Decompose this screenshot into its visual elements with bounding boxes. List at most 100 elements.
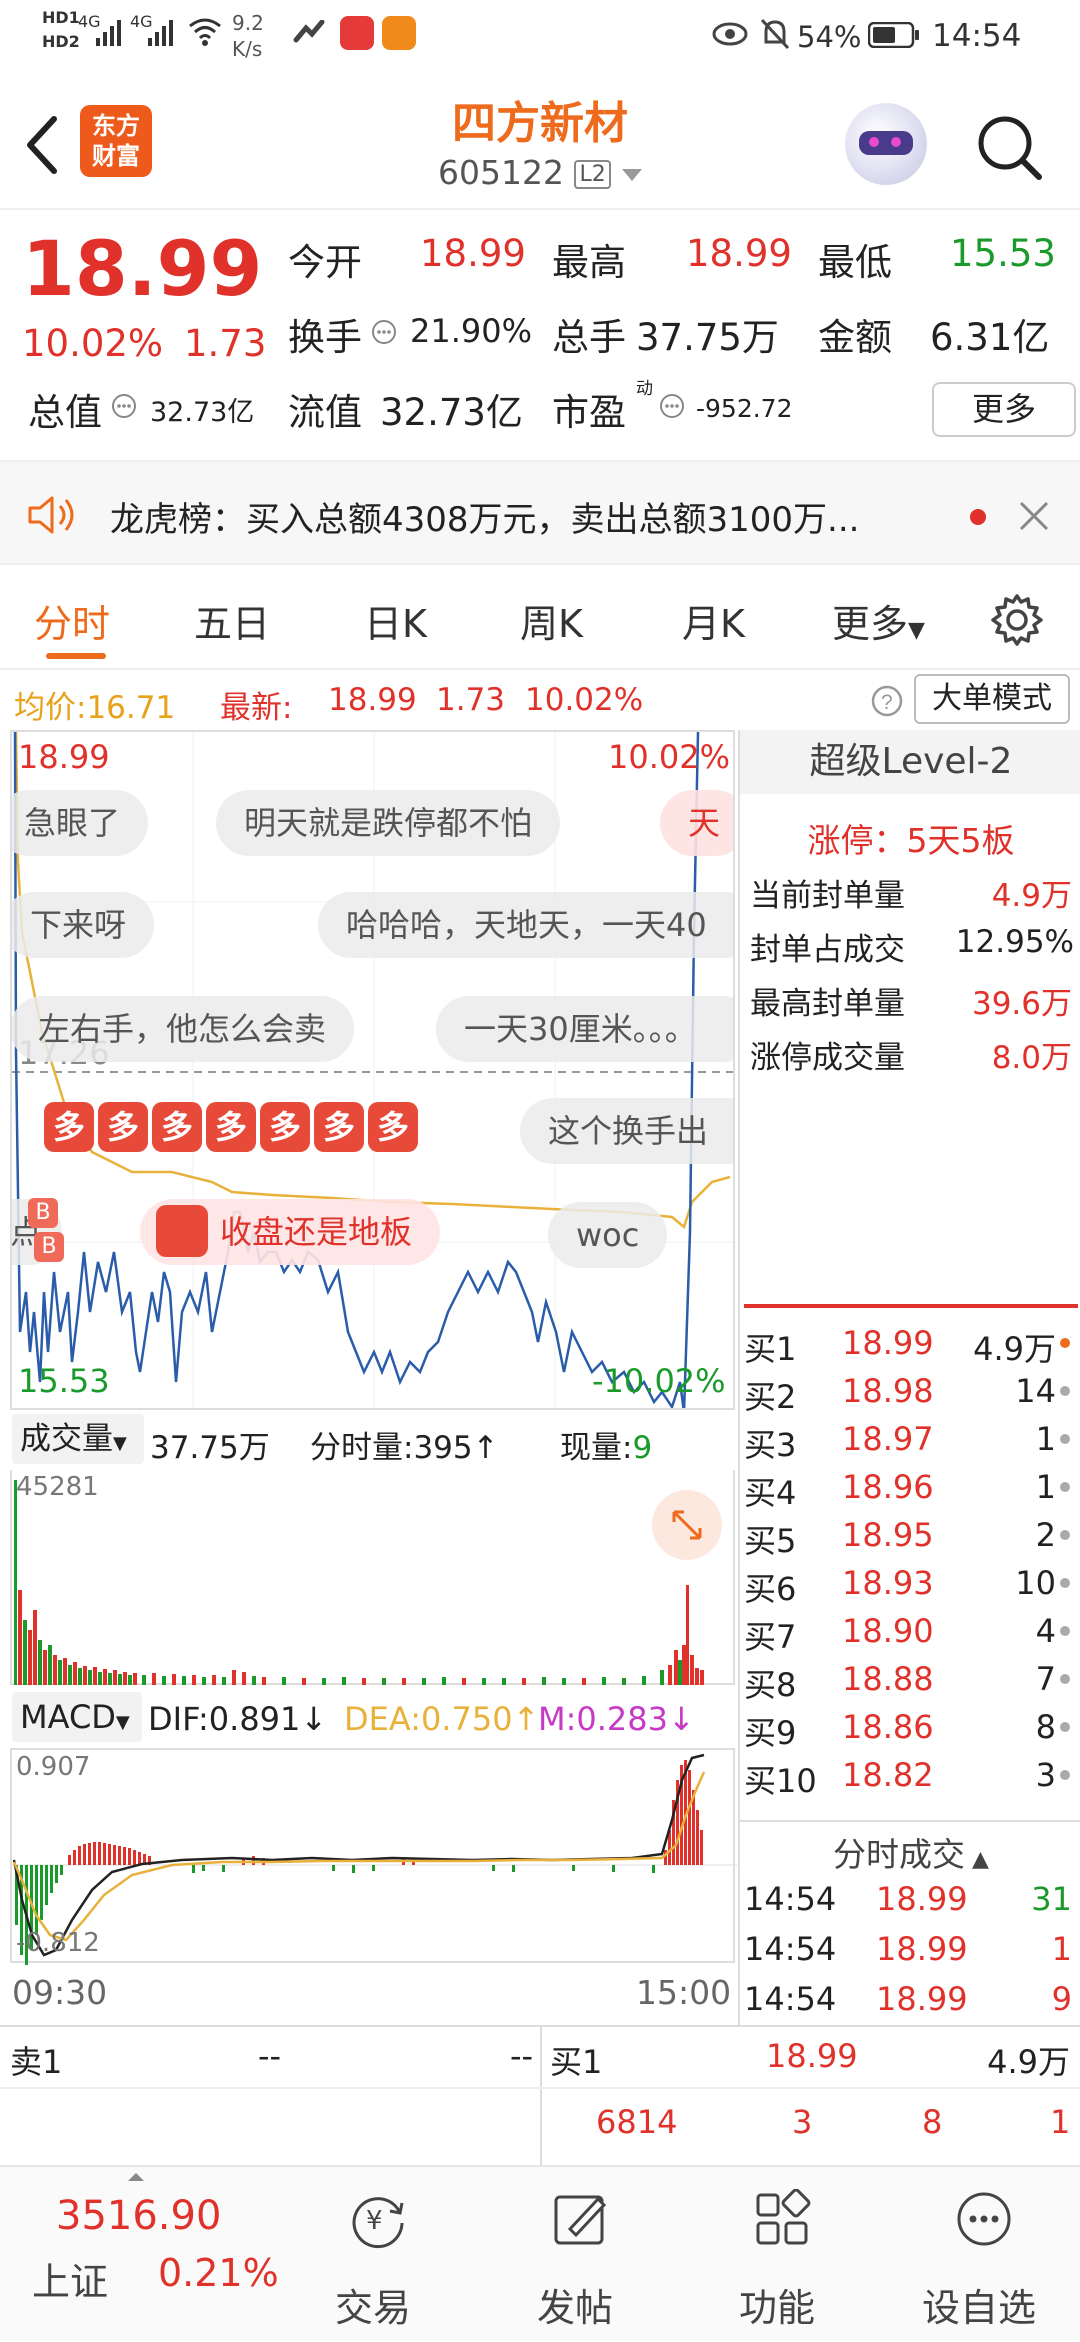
level2-panel: 超级Level-2 涨停：5天5板 当前封单量 4.9万 封单占成交 12.95…: [738, 730, 1080, 2025]
bid-row[interactable]: 买4 18.96 1: [740, 1468, 1080, 1516]
bid-row[interactable]: 买7 18.90 4: [740, 1612, 1080, 1660]
volume-indicator-select[interactable]: 成交量▼: [12, 1414, 144, 1464]
buy1-volume: 4.9万: [987, 2043, 1070, 2081]
bottom-navigation: 3516.90 上证 0.21% ¥ 交易 发帖 功能 设自选: [0, 2165, 1080, 2340]
more-button[interactable]: 更多: [932, 382, 1076, 437]
comment-bubble[interactable]: 下来呀: [12, 892, 155, 958]
macd-chart[interactable]: 0.907 -0.812: [10, 1748, 737, 1965]
robot-assistant-avatar[interactable]: [845, 103, 927, 185]
trades-title-button[interactable]: 分时成交 ▲: [740, 1828, 1080, 1876]
nav-post[interactable]: 发帖: [500, 2167, 650, 2342]
comment-bubble[interactable]: woc: [548, 1202, 668, 1268]
volume-value: 37.75万: [636, 316, 779, 359]
mute-icon: [760, 18, 790, 50]
open-value: 18.99: [420, 232, 526, 275]
gear-icon[interactable]: [990, 593, 1044, 647]
net-speed: 9.2 K/s: [232, 11, 264, 61]
comment-bubble[interactable]: 这个换手出: [520, 1098, 733, 1164]
bid-row[interactable]: 买8 18.88 7: [740, 1660, 1080, 1708]
bid-row[interactable]: 买3 18.97 1: [740, 1420, 1080, 1468]
comment-bubble[interactable]: 急眼了: [12, 790, 149, 856]
time-end: 15:00: [636, 1973, 732, 2012]
time-axis: 09:30 15:00: [10, 1963, 735, 2023]
latest-percent: 10.02%: [525, 682, 644, 718]
volume-total: 37.75万: [150, 1430, 270, 1466]
bid-row[interactable]: 买6 18.93 10: [740, 1564, 1080, 1612]
tab-monthly-k[interactable]: 月K: [682, 593, 745, 648]
low-value: 15.53: [950, 232, 1056, 275]
stat-value: 39.6万: [971, 986, 1072, 1022]
chart-period-tabs: 分时 五日 日K 周K 月K 更多▼: [0, 565, 1080, 670]
comment-bubble-highlight[interactable]: 收盘还是地板: [140, 1199, 441, 1265]
sell1-label: 卖1: [10, 2043, 63, 2081]
sticker: 多: [98, 1102, 148, 1152]
caret-up-icon: [128, 2173, 144, 2181]
bid-row[interactable]: 买9 18.86 8: [740, 1708, 1080, 1756]
expand-button[interactable]: [652, 1490, 722, 1560]
svg-text:¥: ¥: [366, 2206, 383, 2236]
nav-functions[interactable]: 功能: [702, 2167, 852, 2342]
info-icon[interactable]: [110, 392, 138, 420]
open-label: 今开: [288, 241, 362, 284]
stock-code-selector[interactable]: 605122 L2: [438, 153, 643, 192]
divider: [0, 2087, 1080, 2089]
big-order-mode-button[interactable]: 大单模式: [914, 674, 1070, 724]
intraday-price-chart[interactable]: 18.99 10.02% 17.26 15.53 -10.02% 急眼了 明天就…: [10, 730, 735, 1410]
avg-price: 16.71: [86, 690, 176, 726]
macd-plot: [12, 1753, 737, 1965]
axis-top-price: 18.99: [18, 738, 110, 776]
best-bid-ask-bar: 卖1 -- -- 买1 18.99 4.9万 6814 3 8 1: [0, 2025, 1080, 2167]
comment-bubble[interactable]: 一天30厘米。。。: [436, 996, 733, 1062]
sell1-volume: --: [510, 2037, 534, 2075]
divider: [540, 2027, 542, 2167]
bid-row[interactable]: 买2 18.98 14: [740, 1372, 1080, 1420]
buy-marker[interactable]: B: [28, 1198, 58, 1228]
comment-bubble[interactable]: 哈哈哈，天地天，一天40: [318, 892, 733, 958]
nav-add-watchlist[interactable]: 设自选: [904, 2167, 1054, 2342]
level2-title[interactable]: 超级Level-2: [740, 730, 1080, 794]
tab-five-day[interactable]: 五日: [194, 593, 270, 648]
comment-bubble[interactable]: 天: [660, 790, 733, 856]
sticker: 多: [206, 1102, 256, 1152]
stock-code: 605122: [438, 153, 564, 192]
search-icon[interactable]: [975, 113, 1045, 183]
macd-dif: DIF:0.891↓: [148, 1700, 328, 1738]
macd-indicator-select[interactable]: MACD▼: [12, 1692, 142, 1742]
expand-icon: [672, 1510, 702, 1540]
queue-order: 1: [1050, 2103, 1071, 2141]
stat-value: 8.0万: [991, 1040, 1072, 1076]
high-label: 最高: [552, 241, 626, 284]
axis-top-percent: 10.02%: [608, 738, 731, 776]
divider: [740, 1820, 1080, 1822]
tab-more[interactable]: 更多▼: [832, 593, 925, 648]
queue-order: 8: [922, 2103, 943, 2141]
comment-bubble[interactable]: 左右手，他怎么会卖: [12, 996, 355, 1062]
nav-trade[interactable]: ¥ 交易: [298, 2167, 448, 2342]
stat-value: 12.95%: [955, 924, 1074, 960]
change-percent: 10.02%: [22, 322, 164, 365]
close-icon[interactable]: [1018, 500, 1050, 532]
volume-chart[interactable]: 45281: [10, 1470, 735, 1685]
comment-bubble[interactable]: 明天就是跌停都不怕: [216, 790, 561, 856]
battery-percent: 54%: [797, 20, 862, 54]
sticker: 多: [152, 1102, 202, 1152]
info-icon[interactable]: [658, 392, 686, 420]
bid-row[interactable]: 买5 18.95 2: [740, 1516, 1080, 1564]
mktcap-value: 32.73亿: [150, 397, 255, 428]
minute-volume: 分时量:395↑: [310, 1430, 499, 1466]
bid-row[interactable]: 买1 18.99 4.9万: [740, 1324, 1080, 1372]
help-icon[interactable]: ?: [870, 684, 904, 718]
sticker: 多: [314, 1102, 364, 1152]
latest-label: 最新:: [220, 690, 293, 726]
tab-daily-k[interactable]: 日K: [364, 593, 427, 648]
tab-weekly-k[interactable]: 周K: [520, 593, 583, 648]
index-ticker[interactable]: 3516.90 上证 0.21%: [0, 2167, 290, 2342]
notice-bar[interactable]: 龙虎榜：买入总额4308万元，卖出总额3100万...: [0, 460, 1080, 565]
amount-value: 6.31亿: [930, 316, 1050, 359]
buy1-price: 18.99: [766, 2037, 858, 2075]
change-value: 1.73: [184, 322, 267, 365]
bid-row[interactable]: 买10 18.82 3: [740, 1756, 1080, 1804]
info-icon[interactable]: [370, 318, 398, 346]
buy-marker[interactable]: B: [34, 1232, 64, 1262]
tab-intraday[interactable]: 分时: [34, 593, 110, 648]
